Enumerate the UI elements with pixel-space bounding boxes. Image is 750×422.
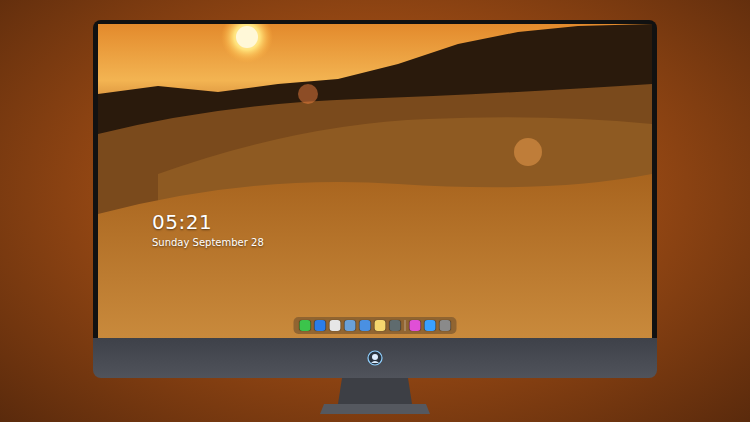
dock-app-icon[interactable] — [345, 320, 356, 331]
monitor-chin — [93, 338, 657, 378]
dock-app-icon[interactable] — [440, 320, 451, 331]
desktop-screen: 05:21 Sunday September 28 — [98, 24, 652, 338]
dock-separator — [405, 320, 406, 331]
lock-clock: 05:21 Sunday September 28 — [152, 210, 264, 249]
dock-app-icon[interactable] — [375, 320, 386, 331]
dock-app-icon[interactable] — [315, 320, 326, 331]
brand-logo-icon — [367, 350, 383, 366]
dock-app-icon[interactable] — [330, 320, 341, 331]
dock-app-icon[interactable] — [300, 320, 311, 331]
wallpaper-photo — [98, 24, 652, 338]
monitor: 05:21 Sunday September 28 — [93, 20, 657, 418]
dock — [294, 317, 457, 334]
clock-date: Sunday September 28 — [152, 236, 264, 249]
monitor-stand — [93, 378, 657, 418]
bezel: 05:21 Sunday September 28 — [93, 20, 657, 338]
dock-app-icon[interactable] — [390, 320, 401, 331]
dock-app-icon[interactable] — [360, 320, 371, 331]
dock-app-icon[interactable] — [410, 320, 421, 331]
dock-app-icon[interactable] — [425, 320, 436, 331]
clock-time: 05:21 — [152, 210, 264, 234]
